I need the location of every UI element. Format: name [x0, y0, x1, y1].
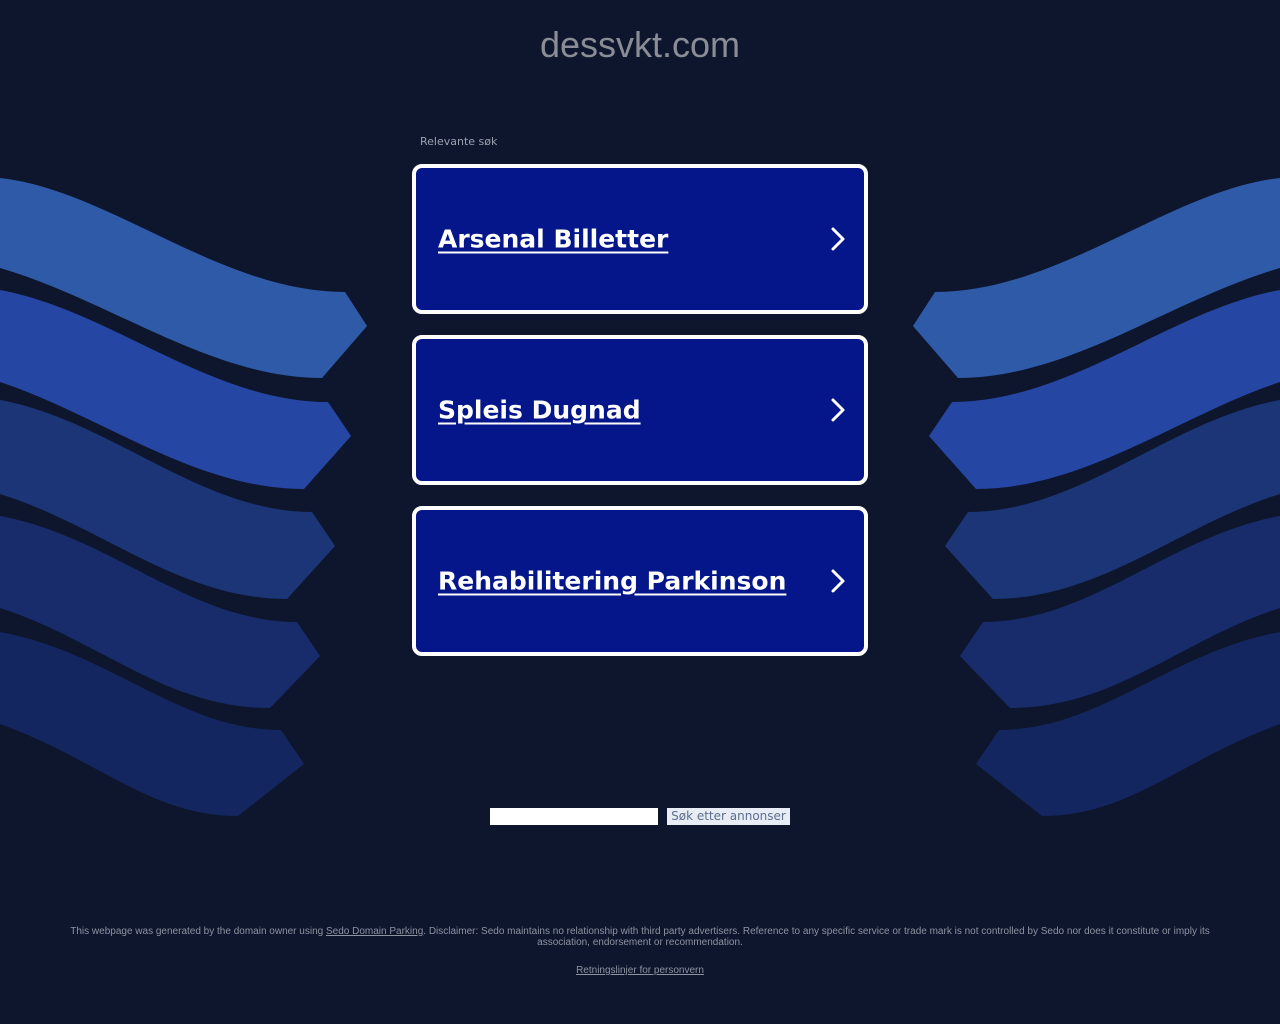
ad-search-button[interactable]: Søk etter annonser	[667, 808, 790, 825]
related-link-label[interactable]: Arsenal Billetter	[438, 225, 668, 254]
chevron-right-icon	[831, 227, 845, 251]
parking-page: dessvkt.com Relevante søk Arsenal Billet…	[0, 0, 1280, 1024]
sedo-domain-parking-link[interactable]: Sedo Domain Parking	[326, 926, 423, 937]
related-link-rehabilitering-parkinson[interactable]: Rehabilitering Parkinson	[412, 506, 868, 656]
chevron-right-icon	[831, 569, 845, 593]
footer-privacy: Retningslinjer for personvern	[0, 965, 1280, 976]
related-link-label[interactable]: Spleis Dugnad	[438, 396, 641, 425]
related-link-label[interactable]: Rehabilitering Parkinson	[438, 567, 786, 596]
related-searches-label: Relevante søk	[420, 135, 498, 148]
footer-disclaimer: This webpage was generated by the domain…	[66, 926, 1214, 948]
ad-search-input[interactable]	[490, 808, 658, 825]
disclaimer-text: . Disclaimer: Sedo maintains no relation…	[423, 926, 1210, 948]
chevron-right-icon	[831, 398, 845, 422]
disclaimer-prefix: This webpage was generated by the domain…	[70, 926, 326, 937]
domain-title: dessvkt.com	[539, 24, 741, 65]
related-link-arsenal-billetter[interactable]: Arsenal Billetter	[412, 164, 868, 314]
privacy-policy-link[interactable]: Retningslinjer for personvern	[576, 965, 704, 976]
related-link-spleis-dugnad[interactable]: Spleis Dugnad	[412, 335, 868, 485]
